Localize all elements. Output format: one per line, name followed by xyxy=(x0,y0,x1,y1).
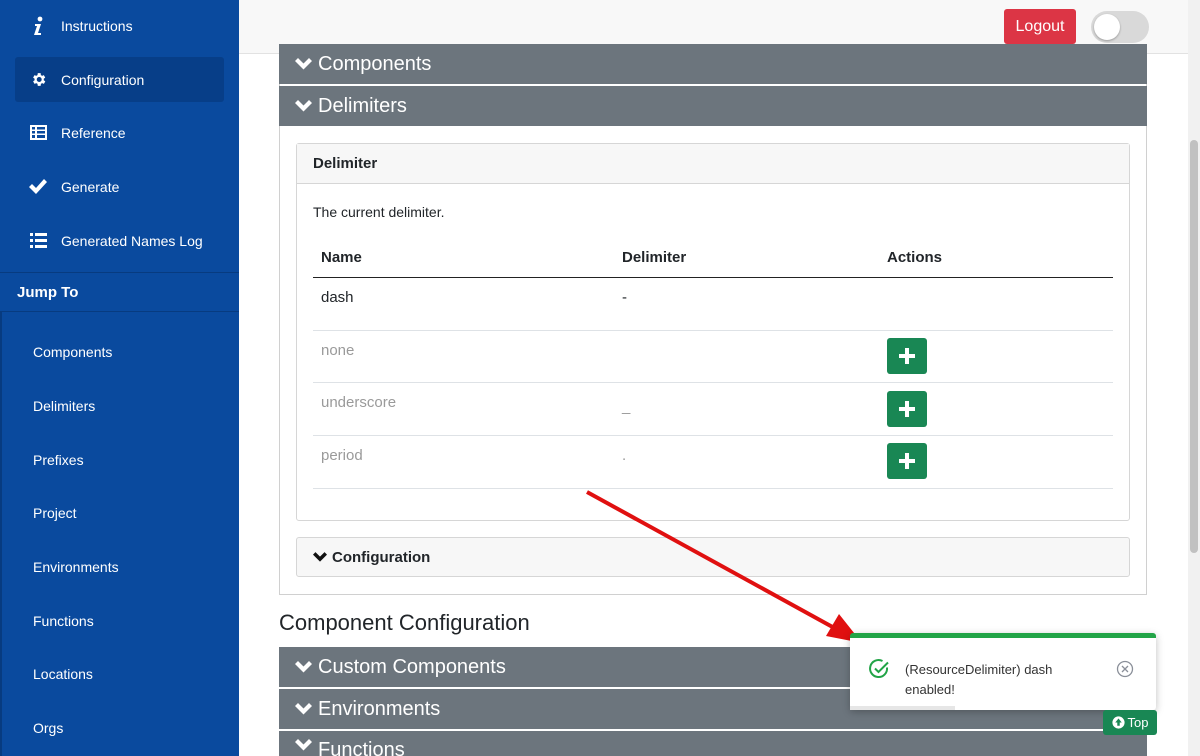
toast-progress-bar xyxy=(850,706,955,710)
check-circle-icon xyxy=(869,659,889,679)
scrollbar-thumb[interactable] xyxy=(1190,140,1198,553)
page-scrollbar[interactable] xyxy=(1188,0,1200,756)
arrow-up-circle-icon xyxy=(1111,716,1125,729)
back-to-top-label: Top xyxy=(1127,715,1149,730)
toast-message: (ResourceDelimiter) dash enabled! xyxy=(905,662,1053,697)
success-toast: (ResourceDelimiter) dash enabled! xyxy=(850,633,1156,710)
close-icon[interactable] xyxy=(1116,660,1134,678)
back-to-top-button[interactable]: Top xyxy=(1103,710,1157,735)
